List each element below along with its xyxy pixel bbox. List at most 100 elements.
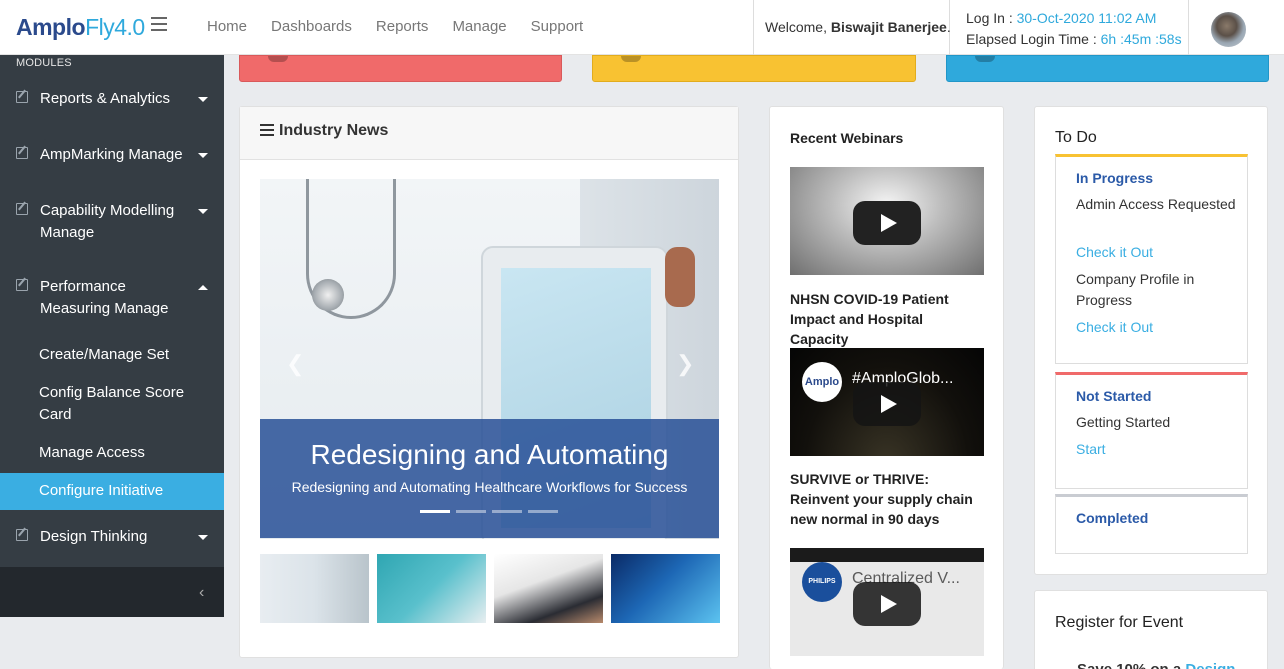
edit-icon bbox=[16, 147, 28, 159]
sidebar-subitem-label: Manage Access bbox=[39, 444, 145, 461]
sidebar-subitem-config-balance-score-card[interactable]: Config Balance Score Card bbox=[0, 382, 224, 426]
in-progress-heading: In Progress bbox=[1076, 170, 1154, 186]
sidebar-subitem-label: Config Balance Score Card bbox=[39, 384, 185, 423]
recent-webinars-panel: Recent Webinars NHSN COVID-19 Patient Im… bbox=[769, 106, 1004, 669]
chevron-up-icon bbox=[198, 285, 208, 290]
start-link[interactable]: Start bbox=[1076, 441, 1106, 457]
welcome-message: Welcome, Biswajit Banerjee. bbox=[753, 0, 951, 55]
carousel-thumbnails bbox=[260, 554, 720, 623]
todo-completed: Completed bbox=[1055, 494, 1248, 554]
user-name: Biswajit Banerjee bbox=[830, 19, 947, 35]
todo-panel: To Do In Progress Admin Access Requested… bbox=[1034, 106, 1268, 575]
stat-card-blue[interactable] bbox=[946, 55, 1269, 82]
sidebar-item-label: Performance Measuring Manage bbox=[40, 278, 169, 317]
sidebar-subitem-create-manage-set[interactable]: Create/Manage Set bbox=[0, 344, 224, 366]
carousel-indicator[interactable] bbox=[528, 510, 558, 513]
webinar-title-2[interactable]: SURVIVE or THRIVE: Reinvent your supply … bbox=[790, 469, 985, 529]
sidebar: MODULES Reports & Analytics AmpMarking M… bbox=[0, 55, 224, 617]
thumbnail-doctor-tablet[interactable] bbox=[260, 554, 369, 623]
webinar-video-1[interactable] bbox=[790, 167, 984, 275]
logo-version: 4.0 bbox=[114, 14, 145, 40]
carousel-caption: Redesigning and Automating Redesigning a… bbox=[260, 419, 719, 538]
edit-icon bbox=[16, 529, 28, 541]
channel-avatar: PHILIPS bbox=[802, 562, 842, 602]
industry-news-header: Industry News bbox=[240, 107, 738, 160]
sidebar-item-label: Capability Modelling Manage bbox=[40, 202, 175, 241]
task-text: Getting Started bbox=[1076, 414, 1171, 430]
menu-toggle-icon[interactable] bbox=[151, 17, 167, 31]
sidebar-subitem-label: Configure Initiative bbox=[39, 482, 164, 499]
avatar[interactable] bbox=[1211, 12, 1246, 47]
elapsed-time: 6h :45m :58s bbox=[1100, 31, 1182, 47]
nav-dashboards[interactable]: Dashboards bbox=[271, 18, 352, 35]
completed-heading: Completed bbox=[1076, 510, 1149, 526]
sidebar-subitem-configure-initiative[interactable]: Configure Initiative bbox=[0, 473, 224, 510]
slide-image-stethoscope-bell bbox=[312, 279, 344, 311]
webinar-video-3[interactable]: PHILIPS Centralized V... bbox=[790, 548, 984, 656]
todo-title: To Do bbox=[1055, 129, 1097, 146]
register-event-text: Save 10% on a Design bbox=[1077, 661, 1235, 669]
play-icon bbox=[853, 382, 921, 426]
slide-subtitle: Redesigning and Automating Healthcare Wo… bbox=[291, 479, 688, 495]
carousel-indicator[interactable] bbox=[456, 510, 486, 513]
chevron-down-icon bbox=[198, 97, 208, 102]
carousel-prev-icon[interactable]: ❮ bbox=[286, 351, 304, 377]
carousel-indicators bbox=[420, 510, 558, 513]
thumbnail-surgeon[interactable] bbox=[377, 554, 486, 623]
sidebar-subitem-manage-access[interactable]: Manage Access bbox=[0, 442, 224, 464]
stat-card-red[interactable] bbox=[239, 55, 562, 82]
channel-avatar: Amplo bbox=[802, 362, 842, 402]
nav-support[interactable]: Support bbox=[531, 18, 584, 35]
sidebar-item-capability-modelling-manage[interactable]: Capability Modelling Manage bbox=[0, 200, 224, 244]
thumbnail-handshake[interactable] bbox=[494, 554, 603, 623]
recent-webinars-title: Recent Webinars bbox=[790, 130, 904, 146]
industry-news-panel: Industry News ❮ ❯ Redesigning and Automa… bbox=[239, 106, 739, 658]
carousel-indicator[interactable] bbox=[492, 510, 522, 513]
carousel-indicator[interactable] bbox=[420, 510, 450, 513]
card-icon bbox=[975, 56, 995, 62]
edit-icon bbox=[16, 203, 28, 215]
sidebar-item-design-thinking[interactable]: Design Thinking bbox=[0, 526, 224, 548]
check-it-out-link[interactable]: Check it Out bbox=[1076, 244, 1153, 260]
sidebar-item-ampmarking-manage[interactable]: AmpMarking Manage bbox=[0, 144, 224, 166]
edit-icon bbox=[16, 91, 28, 103]
webinar-title-1[interactable]: NHSN COVID-19 Patient Impact and Hospita… bbox=[790, 289, 985, 349]
top-bar: AmploFly4.0 Home Dashboards Reports Mana… bbox=[0, 0, 1284, 55]
register-text: Save 10% on a bbox=[1077, 661, 1185, 669]
edit-icon bbox=[16, 279, 28, 291]
register-event-panel: Register for Event Save 10% on a Design bbox=[1034, 590, 1268, 669]
news-carousel[interactable]: ❮ ❯ Redesigning and Automating Redesigni… bbox=[260, 179, 719, 539]
nav-reports[interactable]: Reports bbox=[376, 18, 429, 35]
sidebar-item-label: AmpMarking Manage bbox=[40, 146, 183, 163]
play-icon bbox=[853, 582, 921, 626]
sidebar-item-performance-measuring-manage[interactable]: Performance Measuring Manage bbox=[0, 276, 224, 320]
card-icon bbox=[268, 56, 288, 62]
elapsed-label: Elapsed Login Time : bbox=[966, 31, 1101, 47]
welcome-prefix: Welcome, bbox=[765, 19, 831, 35]
sidebar-item-label: Reports & Analytics bbox=[40, 90, 171, 107]
card-icon bbox=[621, 56, 641, 62]
nav-home[interactable]: Home bbox=[207, 18, 247, 35]
design-link[interactable]: Design bbox=[1185, 661, 1235, 669]
stat-card-yellow[interactable] bbox=[592, 55, 916, 82]
play-icon bbox=[853, 201, 921, 245]
thumbnail-digital-screen[interactable] bbox=[611, 554, 720, 623]
login-time: 30-Oct-2020 11:02 AM bbox=[1016, 10, 1157, 26]
app-logo[interactable]: AmploFly4.0 bbox=[16, 14, 145, 41]
not-started-heading: Not Started bbox=[1076, 388, 1152, 404]
task-text: Company Profile in Progress bbox=[1076, 271, 1195, 308]
sidebar-item-reports-analytics[interactable]: Reports & Analytics bbox=[0, 88, 224, 110]
webinar-video-2[interactable]: Amplo #AmploGlob... bbox=[790, 348, 984, 456]
login-info: Log In : 30-Oct-2020 11:02 AM Elapsed Lo… bbox=[950, 0, 1189, 55]
carousel-next-icon[interactable]: ❯ bbox=[676, 351, 694, 377]
sidebar-item-label: Design Thinking bbox=[40, 528, 148, 545]
sidebar-collapse-button[interactable]: ‹ bbox=[0, 567, 224, 617]
logo-product: Fly bbox=[85, 14, 115, 40]
industry-news-title: Industry News bbox=[279, 122, 389, 139]
nav-manage[interactable]: Manage bbox=[452, 18, 506, 35]
chevron-down-icon bbox=[198, 535, 208, 540]
task-text: Admin Access Requested bbox=[1076, 196, 1236, 212]
chevron-left-icon: ‹ bbox=[199, 584, 205, 601]
chevron-down-icon bbox=[198, 153, 208, 158]
check-it-out-link[interactable]: Check it Out bbox=[1076, 319, 1153, 335]
